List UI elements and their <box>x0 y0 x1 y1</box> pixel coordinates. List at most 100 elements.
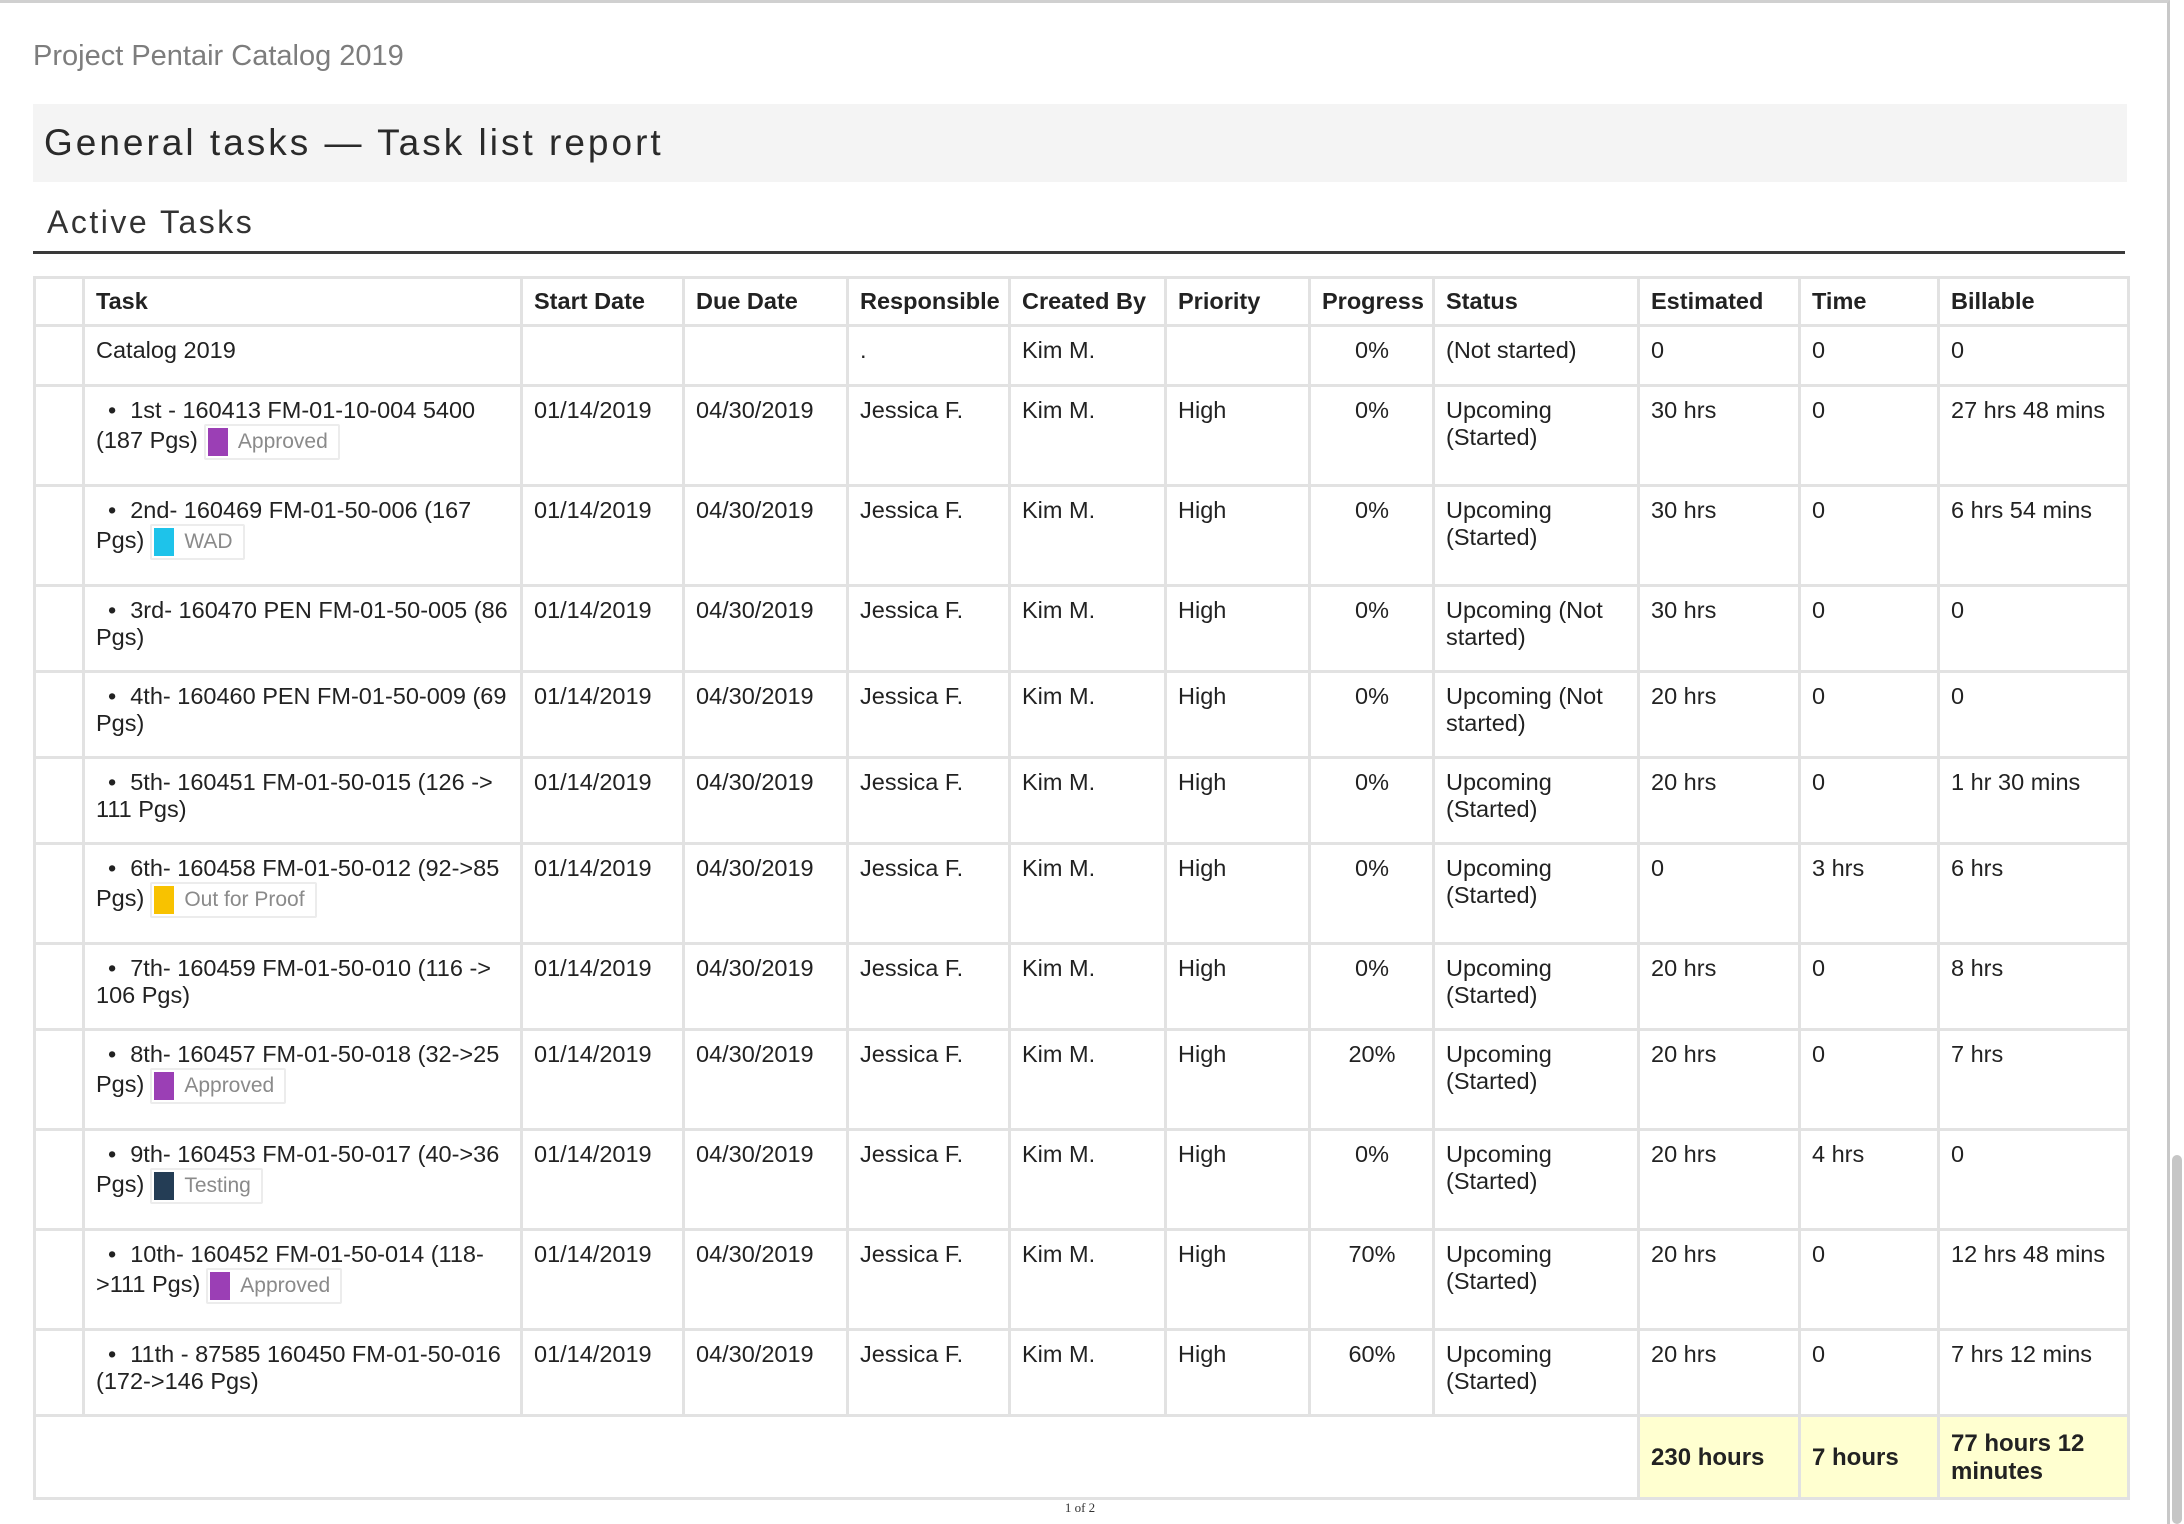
task-name[interactable]: • 9th- 160453 FM-01-50-017 (40->36 Pgs) Te… <box>82 1128 523 1232</box>
estimated: 0 <box>1637 842 1801 946</box>
tag-label: Testing <box>184 1173 251 1197</box>
row-selector[interactable] <box>33 842 85 946</box>
status: Upcoming (Started) <box>1432 1328 1640 1418</box>
row-selector[interactable] <box>33 942 85 1032</box>
task-row[interactable]: • 2nd- 160469 FM-01-50-006 (167 Pgs) WAD 01… <box>33 484 2130 588</box>
column-header-start-date[interactable]: Start Date <box>520 275 685 328</box>
task-row[interactable]: • 4th- 160460 PEN FM-01-50-009 (69 Pgs) 01… <box>33 670 2130 760</box>
row-selector[interactable] <box>33 1228 85 1332</box>
task-name[interactable]: Catalog 2019 <box>82 324 523 388</box>
status: Upcoming (Started) <box>1432 1228 1640 1332</box>
task-name[interactable]: • 7th- 160459 FM-01-50-010 (116 -> 106 Pg… <box>82 942 523 1032</box>
task-tag[interactable]: Approved <box>203 424 340 461</box>
tag-color-swatch <box>154 886 175 915</box>
start-date: 01/14/2019 <box>520 842 685 946</box>
row-selector[interactable] <box>33 584 85 674</box>
task-title[interactable]: 3rd- 160470 PEN FM-01-50-005 (86 Pgs) <box>96 597 508 650</box>
task-row[interactable]: • 1st - 160413 FM-01-10-004 5400 (187 Pgs… <box>33 384 2130 488</box>
tag-label: WAD <box>184 529 233 553</box>
column-header-due-date[interactable]: Due Date <box>682 275 849 328</box>
task-tag[interactable]: Approved <box>150 1068 287 1105</box>
task-name[interactable]: • 10th- 160452 FM-01-50-014 (118->111 Pgs… <box>82 1228 523 1332</box>
created-by: Kim M. <box>1008 584 1167 674</box>
task-tag[interactable]: Testing <box>150 1168 263 1205</box>
task-row[interactable]: • 7th- 160459 FM-01-50-010 (116 -> 106 Pg… <box>33 942 2130 1032</box>
estimated: 20 hrs <box>1637 1328 1801 1418</box>
responsible: Jessica F. <box>846 484 1011 588</box>
column-header-estimated[interactable]: Estimated <box>1637 275 1801 328</box>
task-row[interactable]: • 10th- 160452 FM-01-50-014 (118->111 Pgs… <box>33 1228 2130 1332</box>
task-name[interactable]: • 8th- 160457 FM-01-50-018 (32->25 Pgs) Ap… <box>82 1028 523 1132</box>
due-date: 04/30/2019 <box>682 942 849 1032</box>
task-name[interactable]: • 1st - 160413 FM-01-10-004 5400 (187 Pgs… <box>82 384 523 488</box>
row-selector[interactable] <box>33 324 85 388</box>
due-date: 04/30/2019 <box>682 842 849 946</box>
scrollbar-thumb[interactable] <box>2172 1155 2182 1524</box>
task-row[interactable]: • 8th- 160457 FM-01-50-018 (32->25 Pgs) Ap… <box>33 1028 2130 1132</box>
row-selector[interactable] <box>33 670 85 760</box>
time: 0 <box>1798 484 1940 588</box>
column-header-responsible[interactable]: Responsible <box>846 275 1011 328</box>
column-header-progress[interactable]: Progress <box>1308 275 1435 328</box>
task-name[interactable]: • 4th- 160460 PEN FM-01-50-009 (69 Pgs) <box>82 670 523 760</box>
billable: 1 hr 30 mins <box>1937 756 2130 846</box>
column-header-billable[interactable]: Billable <box>1937 275 2130 328</box>
task-row[interactable]: • 6th- 160458 FM-01-50-012 (92->85 Pgs) Ou… <box>33 842 2130 946</box>
status: Upcoming (Not started) <box>1432 670 1640 760</box>
billable: 27 hrs 48 mins <box>1937 384 2130 488</box>
section-divider <box>33 251 2125 254</box>
row-selector[interactable] <box>33 384 85 488</box>
billable: 6 hrs 54 mins <box>1937 484 2130 588</box>
created-by: Kim M. <box>1008 1028 1167 1132</box>
start-date: 01/14/2019 <box>520 670 685 760</box>
task-name[interactable]: • 6th- 160458 FM-01-50-012 (92->85 Pgs) Ou… <box>82 842 523 946</box>
column-header-time[interactable]: Time <box>1798 275 1940 328</box>
billable: 7 hrs 12 mins <box>1937 1328 2130 1418</box>
tag-label: Approved <box>240 1273 331 1297</box>
task-tag[interactable]: Out for Proof <box>150 882 317 919</box>
row-selector[interactable] <box>33 756 85 846</box>
vertical-scrollbar[interactable] <box>2170 0 2184 1524</box>
status: Upcoming (Started) <box>1432 942 1640 1032</box>
priority: High <box>1164 1228 1311 1332</box>
task-title[interactable]: 4th- 160460 PEN FM-01-50-009 (69 Pgs) <box>96 683 506 736</box>
time: 0 <box>1798 384 1940 488</box>
tag-label: Approved <box>184 1073 275 1097</box>
task-tag[interactable]: WAD <box>150 524 245 561</box>
bullet-icon: • <box>108 1141 117 1168</box>
column-header-task[interactable]: Task <box>82 275 523 328</box>
progress: 0% <box>1308 942 1435 1032</box>
report-header: General tasks — Task list report <box>33 104 2127 182</box>
row-selector[interactable] <box>33 1328 85 1418</box>
task-name[interactable]: • 2nd- 160469 FM-01-50-006 (167 Pgs) WAD <box>82 484 523 588</box>
estimated: 20 hrs <box>1637 1128 1801 1232</box>
progress: 0% <box>1308 1128 1435 1232</box>
task-title[interactable]: 7th- 160459 FM-01-50-010 (116 -> 106 Pgs… <box>96 955 491 1008</box>
task-row[interactable]: • 11th - 87585 160450 FM-01-50-016 (172->… <box>33 1328 2130 1418</box>
task-name[interactable]: • 5th- 160451 FM-01-50-015 (126 -> 111 Pg… <box>82 756 523 846</box>
column-header-priority[interactable]: Priority <box>1164 275 1311 328</box>
created-by: Kim M. <box>1008 484 1167 588</box>
task-tag[interactable]: Approved <box>206 1268 343 1305</box>
task-title[interactable]: 11th - 87585 160450 FM-01-50-016 (172->1… <box>96 1341 501 1394</box>
task-title[interactable]: 5th- 160451 FM-01-50-015 (126 -> 111 Pgs… <box>96 769 493 822</box>
task-name[interactable]: • 11th - 87585 160450 FM-01-50-016 (172->… <box>82 1328 523 1418</box>
responsible: Jessica F. <box>846 756 1011 846</box>
column-header-created-by[interactable]: Created By <box>1008 275 1167 328</box>
task-name[interactable]: • 3rd- 160470 PEN FM-01-50-005 (86 Pgs) <box>82 584 523 674</box>
due-date: 04/30/2019 <box>682 1328 849 1418</box>
created-by: Kim M. <box>1008 1128 1167 1232</box>
page-number: 1 of 2 <box>1064 1500 1096 1515</box>
column-header-status[interactable]: Status <box>1432 275 1640 328</box>
task-row[interactable]: • 5th- 160451 FM-01-50-015 (126 -> 111 Pg… <box>33 756 2130 846</box>
progress: 0% <box>1308 756 1435 846</box>
row-selector[interactable] <box>33 484 85 588</box>
task-row[interactable]: • 9th- 160453 FM-01-50-017 (40->36 Pgs) Te… <box>33 1128 2130 1232</box>
created-by: Kim M. <box>1008 324 1167 388</box>
row-selector[interactable] <box>33 1128 85 1232</box>
progress: 0% <box>1308 484 1435 588</box>
row-selector[interactable] <box>33 1028 85 1132</box>
parent-task-row[interactable]: Catalog 2019 . Kim M. 0% (Not started) 0… <box>33 324 2130 388</box>
task-row[interactable]: • 3rd- 160470 PEN FM-01-50-005 (86 Pgs) 01… <box>33 584 2130 674</box>
bullet-icon: • <box>108 397 117 424</box>
